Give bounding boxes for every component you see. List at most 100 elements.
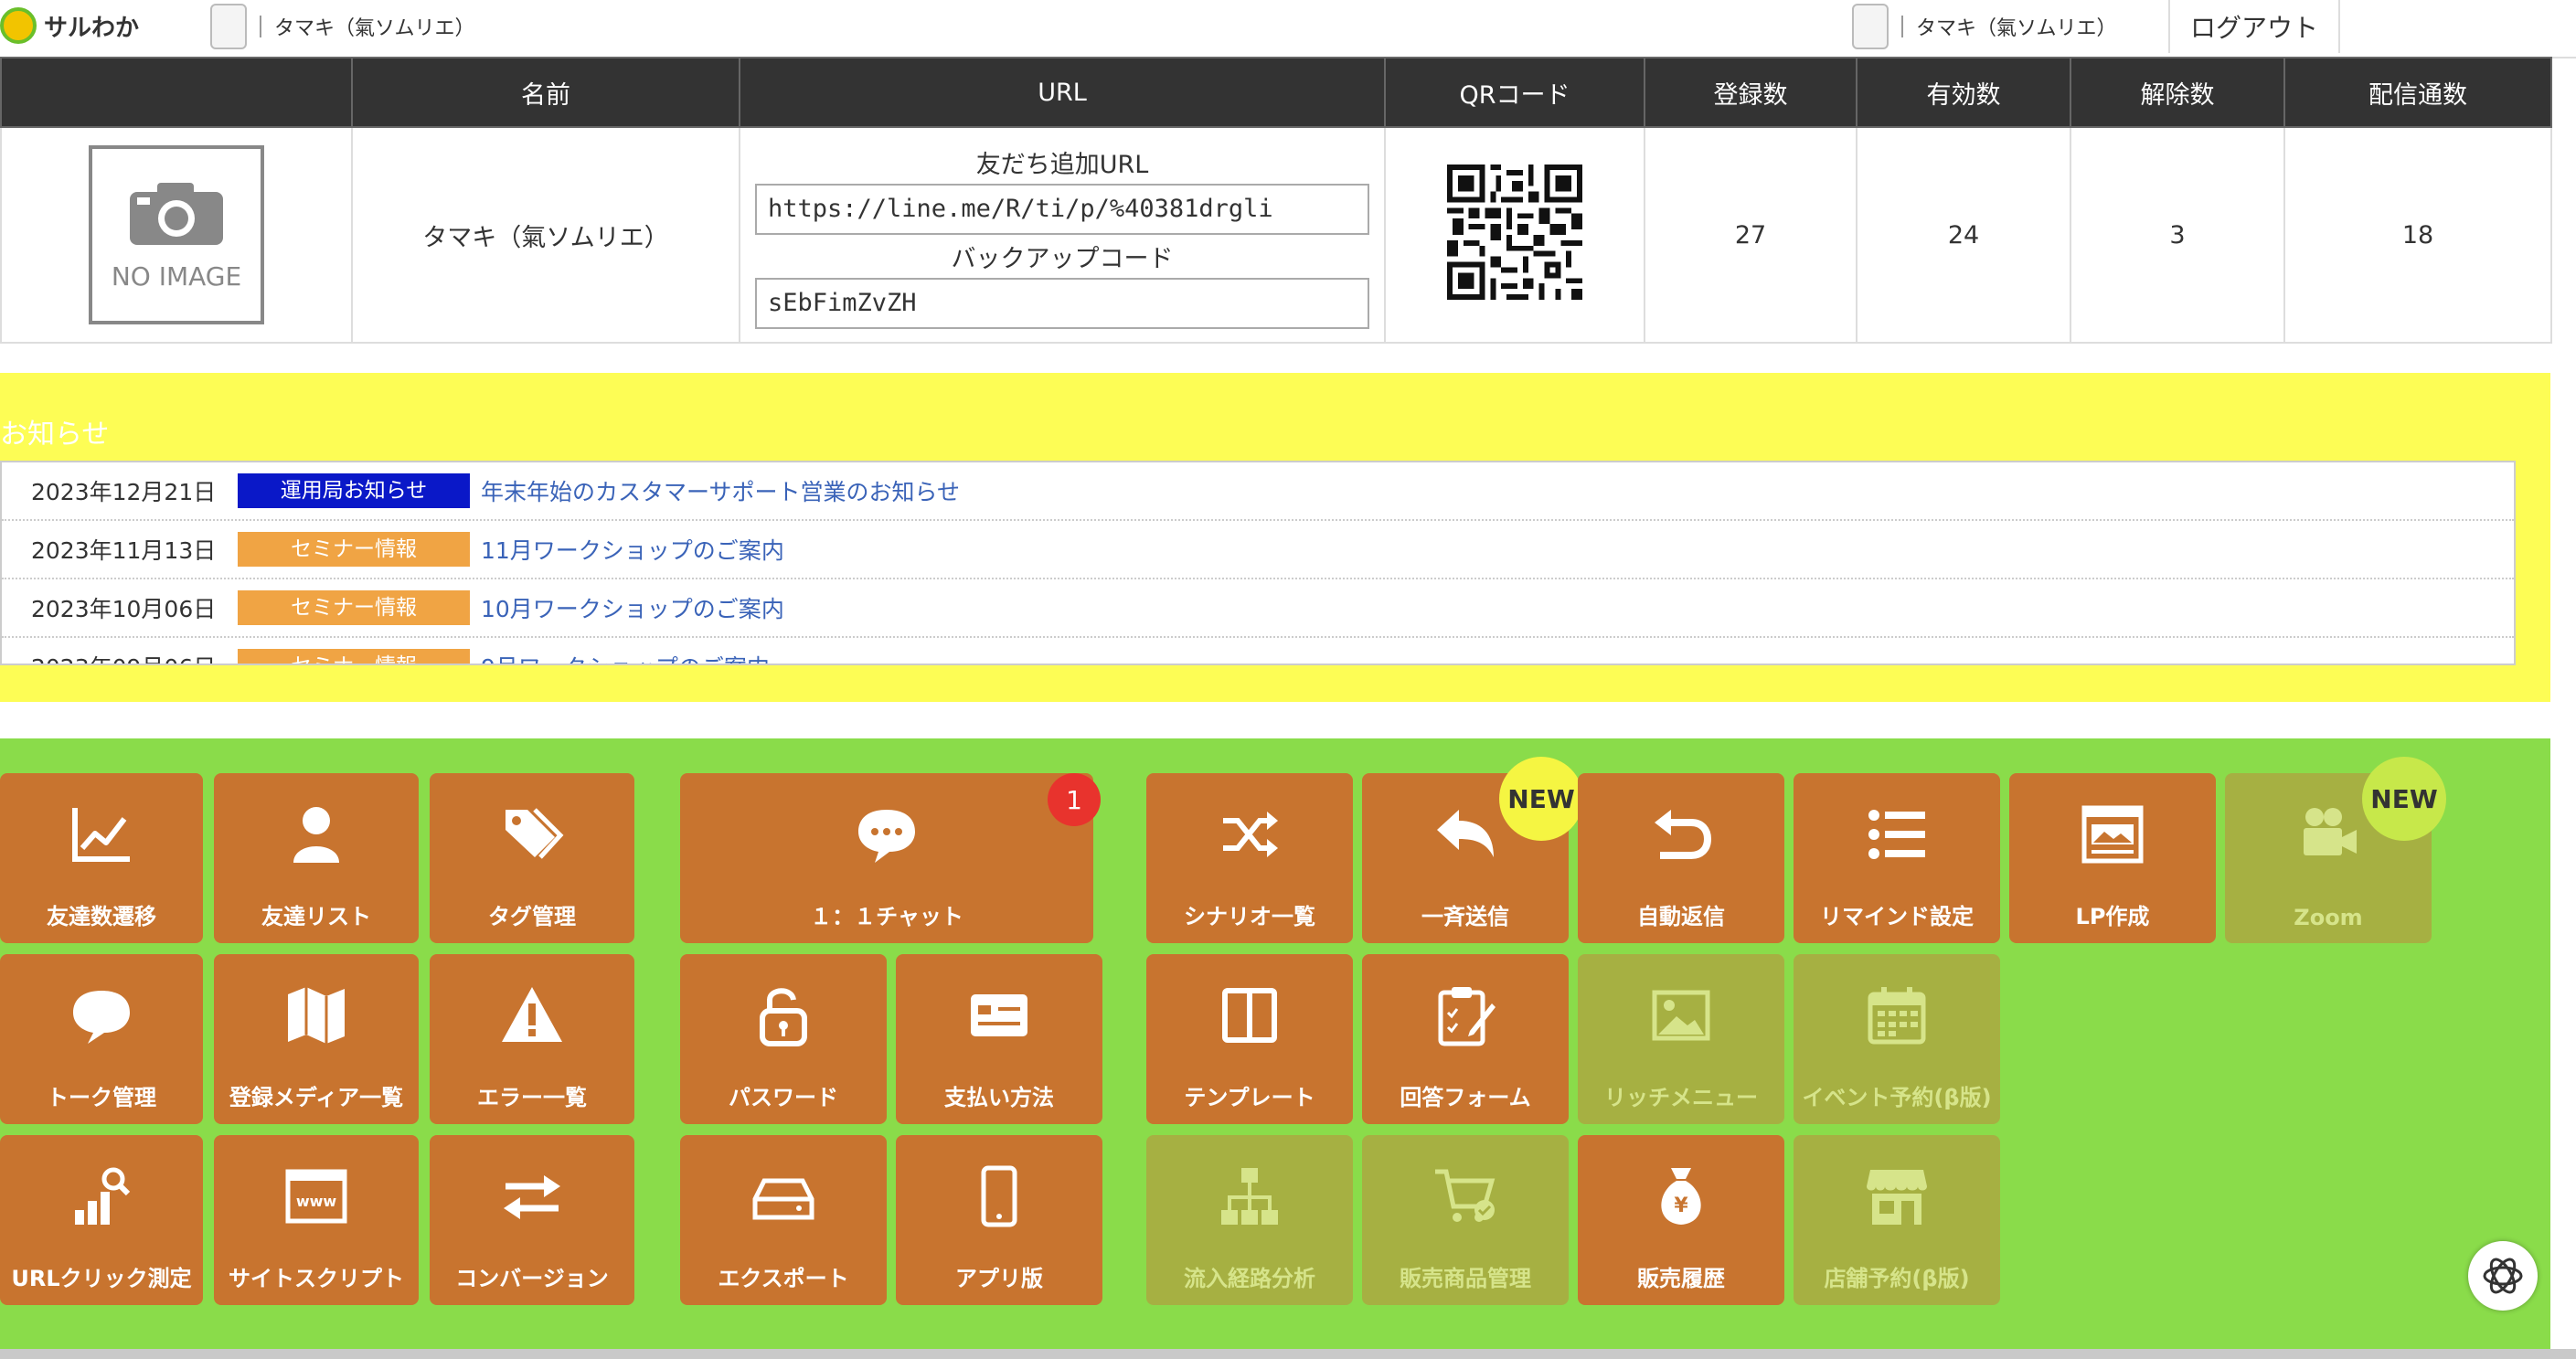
menu-area: 友達数遷移 友達リスト タグ管理 １：１チャット 1 シナリオ一覧 一斉送信 N… (0, 738, 2550, 1349)
columns-icon (1222, 988, 1277, 1043)
notice-date: 2023年09月06日 (2, 650, 238, 664)
conversion-tile[interactable]: コンバージョン (430, 1135, 634, 1305)
tile-label: パスワード (729, 1085, 838, 1110)
payment-tile[interactable]: 支払い方法 (896, 954, 1102, 1124)
account-image (210, 4, 247, 49)
smartphone-icon (981, 1165, 1017, 1227)
column-header: 登録数 (1644, 57, 1857, 128)
tile-label: 一斉送信 (1421, 904, 1509, 929)
warning-icon (502, 987, 562, 1042)
notice-category-badge: セミナー情報 (238, 532, 470, 567)
sales-history-tile[interactable]: ¥ 販売履歴 (1578, 1135, 1784, 1305)
logout-button[interactable]: ログアウト (2168, 0, 2340, 53)
notice-link[interactable]: 11月ワークショップのご案内 (481, 533, 784, 566)
new-badge: NEW (2362, 757, 2446, 841)
account-menu[interactable]: タマキ（氣ソムリエ） (1852, 4, 2117, 49)
product-manage-tile[interactable]: 販売商品管理 (1362, 1135, 1569, 1305)
tile-label: シナリオ一覧 (1184, 904, 1315, 929)
tile-label: 店舗予約(β版) (1824, 1266, 1970, 1291)
scenario-list-tile[interactable]: シナリオ一覧 (1146, 773, 1353, 943)
column-header: QRコード (1384, 57, 1645, 128)
qr-code-icon[interactable] (1447, 164, 1582, 300)
friend-url-label: 友だち追加URL (975, 151, 1149, 179)
notice-date: 2023年11月13日 (31, 537, 217, 564)
export-tile[interactable]: エクスポート (680, 1135, 887, 1305)
table-header-row: 名前 URL QRコード 登録数 有効数 解除数 配信通数 (0, 57, 2552, 128)
assistant-icon (2483, 1258, 2523, 1294)
divider (1901, 16, 1903, 37)
remind-settings-tile[interactable]: リマインド設定 (1794, 773, 2000, 943)
active-count: 24 (1856, 126, 2071, 344)
list-item: 2023年12月21日 運用局お知らせ 年末年始のカスタマーサポート営業のお知ら… (2, 462, 2514, 521)
template-tile[interactable]: テンプレート (1146, 954, 1353, 1124)
rich-menu-tile[interactable]: リッチメニュー (1578, 954, 1784, 1124)
no-image-placeholder: NO IMAGE (89, 145, 264, 324)
tags-icon (506, 808, 564, 859)
new-badge: NEW (1499, 757, 1583, 841)
tile-label: 回答フォーム (1400, 1085, 1531, 1110)
shopping-cart-icon (1435, 1169, 1496, 1222)
backup-code-label: バックアップコード (951, 245, 1174, 273)
auto-reply-tile[interactable]: 自動返信 (1578, 773, 1784, 943)
account-switcher[interactable]: タマキ（氣ソムリエ） (210, 4, 475, 49)
column-header: 配信通数 (2283, 57, 2552, 128)
site-script-tile[interactable]: www サイトスクリプト (214, 1135, 419, 1305)
tile-label: 自動返信 (1637, 904, 1725, 929)
password-tile[interactable]: パスワード (680, 954, 887, 1124)
account-name: タマキ（氣ソムリエ） (274, 17, 475, 40)
speech-bubble-icon (73, 991, 130, 1044)
tile-label: URLクリック測定 (11, 1266, 192, 1291)
column-header-image (0, 57, 353, 128)
notice-category-badge: 運用局お知らせ (238, 473, 470, 508)
chat-tile[interactable]: １：１チャット (680, 773, 1093, 943)
tile-label: トーク管理 (47, 1085, 156, 1110)
friend-list-tile[interactable]: 友達リスト (214, 773, 419, 943)
answer-form-tile[interactable]: 回答フォーム (1362, 954, 1569, 1124)
tile-label: イベント予約(β版) (1802, 1085, 1992, 1110)
unread-count-badge: 1 (1048, 773, 1101, 826)
reply-icon (1437, 810, 1494, 857)
media-list-tile[interactable]: 登録メディア一覧 (214, 954, 419, 1124)
tile-label: 販売商品管理 (1400, 1266, 1531, 1291)
unsubscribed-count: 3 (2070, 126, 2285, 344)
notice-date: 2023年12月21日 (31, 479, 217, 505)
assistant-button[interactable] (2468, 1241, 2538, 1311)
tile-label: テンプレート (1184, 1085, 1315, 1110)
tile-label: タグ管理 (488, 904, 576, 929)
tile-label: アプリ版 (955, 1266, 1043, 1291)
notice-link[interactable]: 9月ワークショップのご案内 (481, 650, 770, 664)
list-icon (1868, 810, 1925, 859)
backup-code-field[interactable]: sEbFimZvZH (755, 278, 1369, 329)
app-version-tile[interactable]: アプリ版 (896, 1135, 1102, 1305)
url-click-tile[interactable]: URLクリック測定 (0, 1135, 203, 1305)
www-icon: www (285, 1169, 347, 1224)
talk-manage-tile[interactable]: トーク管理 (0, 954, 203, 1124)
account-image (1852, 4, 1889, 49)
account-name-cell: タマキ（氣ソムリエ） (351, 126, 740, 344)
tile-label: 登録メディア一覧 (229, 1085, 404, 1110)
line-chart-icon (72, 808, 130, 862)
image-icon (1652, 990, 1710, 1041)
analytics-search-icon (75, 1167, 131, 1225)
column-header: 解除数 (2070, 57, 2285, 128)
friend-url-field[interactable]: https://line.me/R/ti/p/%40381drgli (755, 184, 1369, 235)
horizontal-scrollbar[interactable] (0, 1349, 2576, 1359)
chat-bubble-icon (858, 810, 915, 863)
tile-label: 流入経路分析 (1184, 1266, 1315, 1291)
inflow-analysis-tile[interactable]: 流入経路分析 (1146, 1135, 1353, 1305)
lp-create-tile[interactable]: LP作成 (2009, 773, 2216, 943)
tag-manage-tile[interactable]: タグ管理 (430, 773, 634, 943)
store-booking-tile[interactable]: 店舗予約(β版) (1794, 1135, 2000, 1305)
friend-growth-tile[interactable]: 友達数遷移 (0, 773, 203, 943)
app-logo[interactable]: サルわか (0, 7, 139, 44)
error-list-tile[interactable]: エラー一覧 (430, 954, 634, 1124)
notice-list[interactable]: 2023年12月21日 運用局お知らせ 年末年始のカスタマーサポート営業のお知ら… (0, 461, 2516, 665)
registered-count: 27 (1644, 126, 1857, 344)
event-booking-tile[interactable]: イベント予約(β版) (1794, 954, 2000, 1124)
tile-label: コンバージョン (455, 1266, 609, 1291)
notice-link[interactable]: 10月ワークショップのご案内 (481, 591, 784, 624)
camera-icon (130, 182, 223, 245)
tile-label: エラー一覧 (477, 1085, 587, 1110)
account-image-cell: NO IMAGE (0, 126, 353, 344)
notice-link[interactable]: 年末年始のカスタマーサポート営業のお知らせ (481, 474, 960, 507)
